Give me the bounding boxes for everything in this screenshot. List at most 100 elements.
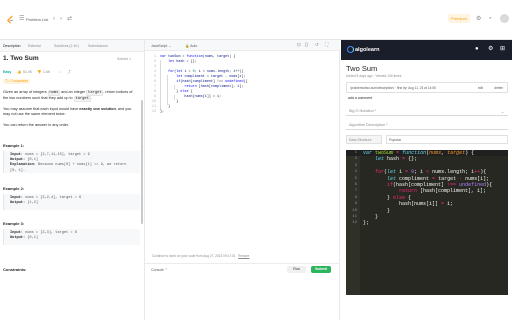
check-icon: ✓ [128, 57, 132, 61]
premium-button[interactable]: Premium [448, 14, 470, 23]
fullscreen-icon[interactable]: ⛶ [325, 42, 328, 48]
edit-link[interactable]: edit [478, 86, 483, 90]
console-toggle[interactable]: Console ⌃ [151, 268, 168, 272]
example-value: nums = [3,2,4], target = 6 [22, 196, 82, 200]
category-row: Data Structure Popular [346, 135, 508, 145]
algolearn-brand: algolearn [355, 46, 380, 53]
text-segment: You may assume that each input would hav… [3, 107, 80, 111]
solution-code-view[interactable]: 1 var twoSum = function(nums, target) { 2… [346, 150, 508, 295]
top-navbar: ☰ Problem List ‹ › ⇄ Premium ⚙ ◔ [0, 0, 512, 40]
settings-gear-icon[interactable]: ⚙ [476, 16, 481, 22]
example-label: Input: [10, 153, 23, 157]
example-label: Output: [10, 158, 26, 163]
category-select[interactable]: Data Structure [346, 135, 382, 144]
add-comment-link[interactable]: add a comment [348, 96, 372, 100]
example-value: [0, 1]. [10, 168, 26, 173]
example-label: Input: [10, 231, 23, 235]
bookmark-icon[interactable]: ⊡ [297, 42, 301, 48]
tag-icon: 🏷 [5, 79, 10, 83]
big-o-placeholder: Big O Notation * [349, 109, 377, 113]
problem-list-link[interactable]: Problem List [26, 17, 48, 22]
braces-icon[interactable]: {} [305, 42, 308, 48]
example-3-label: Example 3: [3, 221, 25, 226]
star-icon[interactable]: ☆ [58, 70, 61, 74]
problem-description-panel: Description Editorial Solutions (2.1K) S… [0, 40, 145, 320]
restore-link[interactable]: Restore [238, 254, 249, 258]
example-value: [0,1] [25, 158, 39, 163]
tab-solutions[interactable]: Solutions (2.1K) [54, 44, 79, 48]
problem-order-note: You can return the answer in any order. [3, 123, 70, 127]
notification-icon[interactable]: ◔ [488, 16, 492, 22]
language-select[interactable]: JavaScript ⌄ [151, 44, 171, 48]
companies-tag[interactable]: 🏷 Companies [3, 79, 31, 84]
problem-title: Two Sum [346, 64, 378, 73]
reset-icon[interactable]: ↺ [315, 42, 319, 48]
bold-text: exactly one solution [79, 107, 116, 111]
problem-assumption: You may assume that each input would hav… [3, 107, 138, 117]
lock-icon: 🔒 [185, 44, 190, 48]
description-scrollbar[interactable] [141, 100, 143, 224]
settings-gear-icon[interactable]: ⚙ [488, 46, 493, 52]
expand-icon[interactable]: ⊞ [500, 46, 505, 52]
run-button[interactable]: Run [287, 266, 306, 273]
code-line: 12}; [145, 110, 340, 115]
companies-tag-label: Companies [10, 79, 29, 83]
code-editor-panel: JavaScript ⌄ 🔒 Auto ⊡ {} ↺ ⛶ 1 var twoSum… [145, 40, 340, 320]
tab-submissions[interactable]: Submissions [88, 44, 108, 48]
profile-icon[interactable]: ● [475, 46, 479, 52]
code-area[interactable]: 1 var twoSum = function(nums, target) { 2… [145, 55, 340, 115]
example-label: Output: [10, 201, 26, 206]
algorithm-placeholder: Algorithm Description * [349, 123, 388, 127]
problem-statement: Given an array of integers nums and an i… [3, 90, 138, 103]
console-label: Console [151, 268, 164, 272]
prev-problem-icon[interactable]: ‹ [53, 16, 55, 22]
algolearn-extension-panel: algolearn ● ⚙ ⊞ Two Sum Added 8 days ago… [341, 40, 512, 320]
chevron-down-icon: ⌄ [500, 110, 504, 114]
next-problem-icon[interactable]: › [60, 16, 62, 22]
dislikes-count: 1.6K [43, 70, 51, 74]
like-icon[interactable]: 👍 [17, 70, 21, 74]
editor-toolbar: JavaScript ⌄ 🔒 Auto ⊡ {} ↺ ⛶ [145, 40, 340, 51]
language-select[interactable]: Popular [386, 135, 508, 144]
chevron-down-icon: ⌄ [168, 44, 172, 48]
tab-editorial[interactable]: Editorial [28, 44, 41, 48]
line-number: 12 [151, 110, 156, 114]
attempt-link[interactable]: /problems/two-sum/description/ · first t… [350, 86, 436, 90]
inline-code: target [86, 90, 104, 96]
shuffle-icon[interactable]: ⇄ [67, 16, 72, 22]
solved-status: Solved ✓ [117, 57, 132, 61]
big-o-field[interactable]: Big O Notation * ⌄ [346, 107, 508, 116]
delete-link[interactable]: delete [494, 86, 503, 90]
inline-code: target [73, 96, 91, 103]
example-2-box: Input: nums = [3,2,4], target = 6 Output… [3, 194, 140, 210]
text-segment: Given an array of integers [3, 90, 48, 94]
problem-list-icon: ☰ [19, 16, 25, 22]
leetcode-logo-icon[interactable] [6, 15, 15, 25]
example-value: [0,1] [25, 236, 39, 241]
code-line: 12}; [346, 220, 508, 226]
example-value: Because nums[0] + nums[1] == 9, we retur… [35, 163, 127, 168]
constraints-heading: Constraints: [3, 267, 27, 272]
chevron-up-icon: ⌃ [164, 268, 168, 272]
app-root: ☰ Problem List ‹ › ⇄ Premium ⚙ ◔ Descrip… [0, 0, 512, 320]
autocomplete-mode[interactable]: 🔒 Auto [185, 44, 197, 48]
solved-label: Solved [117, 57, 128, 61]
example-label: Output: [10, 236, 26, 241]
attempt-record: /problems/two-sum/description/ · first t… [346, 82, 508, 93]
avatar[interactable] [500, 14, 509, 23]
example-label: Explanation: [10, 163, 36, 168]
inline-code: nums [47, 90, 61, 96]
problem-subtitle: Added 8 days ago · Viewed 106 times [346, 74, 402, 78]
share-icon[interactable]: ⤴ [67, 70, 71, 75]
autocomplete-mode-label: Auto [190, 44, 198, 48]
submit-button[interactable]: Submit [311, 266, 331, 273]
line-number: 12 [352, 221, 357, 226]
restore-notice: Continue to work on your code from Aug 2… [152, 254, 249, 258]
example-value: [1,2] [25, 201, 39, 206]
dislike-icon[interactable]: 👎 [37, 70, 41, 74]
algorithm-description-field[interactable]: Algorithm Description * [346, 121, 508, 130]
tab-description[interactable]: Description [3, 44, 21, 48]
example-value: nums = [3,3], target = 6 [22, 231, 77, 235]
example-1-label: Example 1: [3, 143, 25, 148]
algolearn-swirl-icon [347, 46, 354, 53]
